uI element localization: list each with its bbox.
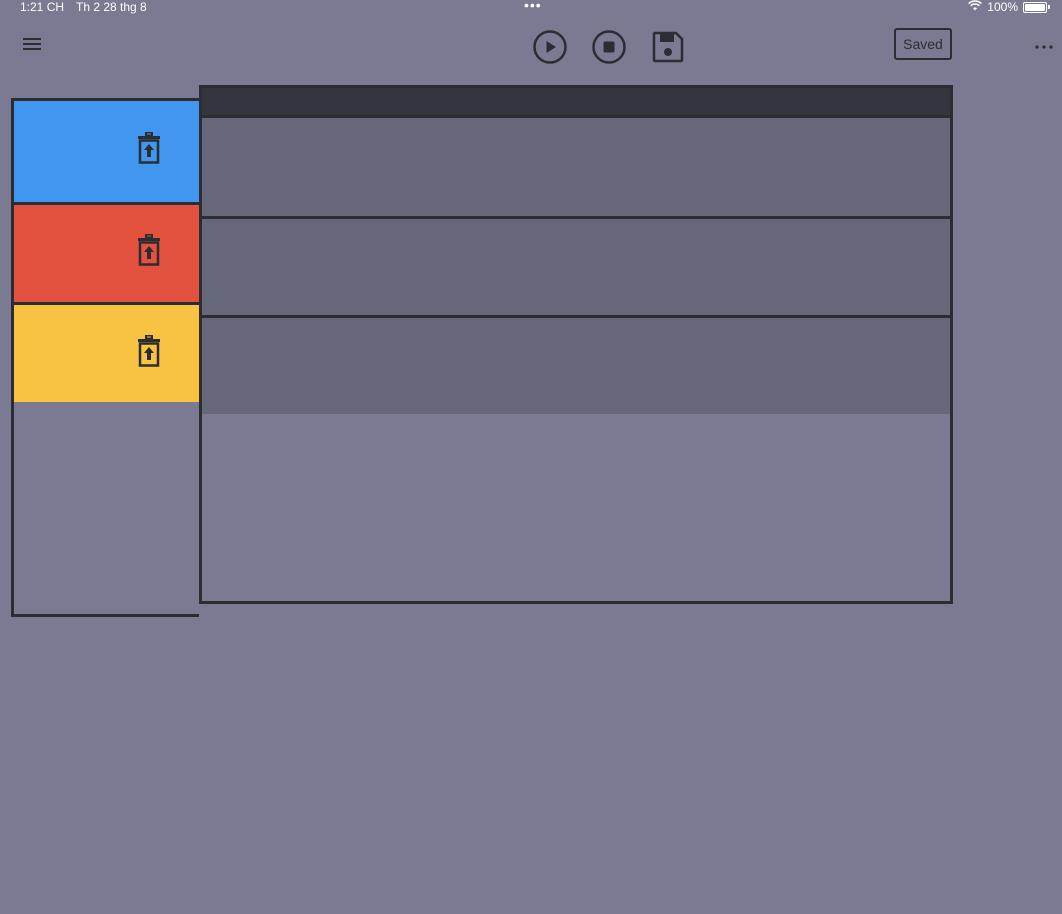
status-time: 1:21 CH (20, 0, 65, 14)
color-item-yellow[interactable] (14, 305, 199, 402)
trash-restore-icon (137, 131, 161, 169)
play-button[interactable] (532, 29, 568, 70)
saved-status-badge: Saved (894, 28, 952, 60)
stop-button[interactable] (591, 29, 627, 70)
main-content-panel (199, 85, 953, 604)
hamburger-menu-icon (22, 36, 42, 57)
play-circle-icon (532, 29, 568, 70)
list-row[interactable] (202, 318, 950, 414)
delete-item-button[interactable] (136, 233, 162, 271)
delete-item-button[interactable] (136, 334, 162, 372)
floppy-disk-icon (651, 30, 685, 69)
status-right: 100% (968, 0, 1050, 14)
color-list-panel (11, 98, 199, 617)
trash-restore-icon (137, 334, 161, 372)
battery-tip (1048, 5, 1050, 9)
list-row[interactable] (202, 115, 950, 219)
stop-circle-icon (591, 29, 627, 70)
status-date: Th 2 28 thg 8 (76, 0, 147, 14)
ellipsis-icon (1034, 37, 1054, 55)
trash-restore-icon (137, 233, 161, 271)
saved-label: Saved (903, 36, 943, 52)
delete-item-button[interactable] (136, 131, 162, 169)
battery-percent: 100% (987, 0, 1018, 14)
save-button[interactable] (650, 31, 686, 67)
multitasking-dots[interactable]: ••• (524, 0, 542, 13)
list-row[interactable] (202, 219, 950, 318)
color-item-blue[interactable] (14, 101, 199, 205)
wifi-icon (968, 0, 983, 14)
main-panel-header (202, 88, 950, 115)
menu-button[interactable] (20, 34, 44, 58)
battery-icon (1023, 1, 1047, 13)
status-bar: 1:21 CH Th 2 28 thg 8 ••• 100% (0, 0, 1062, 16)
color-item-red[interactable] (14, 205, 199, 305)
more-options-button[interactable] (1032, 34, 1056, 58)
